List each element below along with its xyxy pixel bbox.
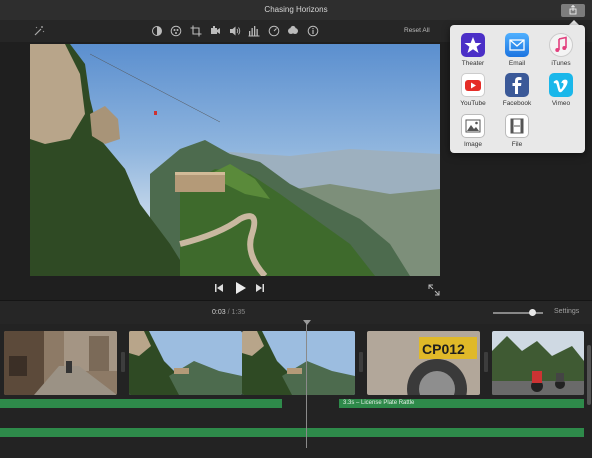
share-label-itunes: iTunes — [551, 60, 571, 67]
share-label-facebook: Facebook — [502, 100, 532, 107]
music-track-clip[interactable] — [0, 399, 282, 408]
share-label-youtube: YouTube — [460, 100, 486, 107]
vimeo-icon — [549, 73, 573, 97]
playhead-handle[interactable] — [303, 320, 311, 325]
clip-thumbnail — [129, 331, 242, 395]
crop-icon[interactable] — [190, 25, 202, 37]
noise-reduction-icon[interactable] — [287, 25, 299, 37]
share-label-email: Email — [508, 60, 526, 67]
clip-thumbnail — [4, 331, 117, 395]
share-label-vimeo: Vimeo — [551, 100, 571, 107]
stabilization-icon[interactable] — [209, 25, 221, 37]
background-music-track[interactable] — [0, 428, 584, 437]
timeline-clip[interactable]: CP012 — [367, 331, 480, 395]
share-vimeo[interactable]: Vimeo — [539, 73, 583, 107]
speed-icon[interactable] — [268, 25, 280, 37]
playhead[interactable] — [306, 322, 307, 448]
timeline-zoom-knob[interactable] — [529, 309, 536, 316]
share-label-file: File — [511, 141, 523, 148]
share-label-image: Image — [463, 141, 483, 148]
video-frame-image — [30, 44, 440, 276]
share-image[interactable]: Image — [451, 114, 495, 148]
clip-thumbnail — [492, 331, 584, 395]
share-button[interactable] — [561, 4, 585, 17]
title-bar: Chasing Horizons — [0, 0, 592, 20]
fullscreen-icon[interactable] — [428, 284, 440, 296]
skip-forward-icon[interactable] — [255, 282, 265, 294]
share-label-theater: Theater — [461, 60, 485, 67]
equalizer-icon[interactable] — [248, 25, 260, 37]
timeline-scrollbar[interactable] — [587, 345, 591, 405]
facebook-icon — [505, 73, 529, 97]
clip-thumbnail: CP012 — [367, 331, 480, 395]
youtube-icon — [461, 73, 485, 97]
window-title: Chasing Horizons — [264, 5, 328, 14]
color-correction-icon[interactable] — [170, 25, 182, 37]
timeline-clip[interactable] — [4, 331, 117, 395]
timecode: 0:03 / 1:35 — [212, 309, 245, 316]
color-balance-icon[interactable] — [151, 25, 163, 37]
clip-thumbnail — [242, 331, 355, 395]
total-duration: 1:35 — [231, 309, 246, 316]
file-icon — [505, 114, 529, 138]
time-separator: / — [227, 309, 230, 316]
timeline-clip[interactable] — [129, 331, 242, 395]
current-time: 0:03 — [212, 309, 226, 316]
share-facebook[interactable]: Facebook — [495, 73, 539, 107]
volume-icon[interactable] — [229, 25, 241, 37]
sound-effect-label: 3.3s – License Plate Rattle — [343, 400, 415, 406]
image-icon — [461, 114, 485, 138]
share-youtube[interactable]: YouTube — [451, 73, 495, 107]
magic-wand-icon[interactable] — [33, 25, 45, 37]
itunes-icon — [549, 33, 573, 57]
transition-marker[interactable] — [484, 352, 488, 372]
skip-back-icon[interactable] — [214, 282, 224, 294]
transition-marker[interactable] — [359, 352, 363, 372]
email-icon — [505, 33, 529, 57]
timeline-settings-button[interactable]: Settings — [554, 308, 579, 315]
reset-all-button[interactable]: Reset All — [404, 27, 430, 34]
timeline-clip[interactable] — [492, 331, 584, 395]
info-icon[interactable] — [307, 25, 319, 37]
timeline-clip[interactable] — [242, 331, 355, 395]
share-popover: Theater Email iTunes YouTube Facebook Vi… — [450, 25, 585, 153]
transition-marker[interactable] — [121, 352, 125, 372]
share-itunes[interactable]: iTunes — [539, 33, 583, 67]
share-email[interactable]: Email — [495, 33, 539, 67]
share-file[interactable]: File — [495, 114, 539, 148]
theater-icon — [461, 33, 485, 57]
share-theater[interactable]: Theater — [451, 33, 495, 67]
share-icon — [569, 5, 577, 15]
svg-text:CP012: CP012 — [422, 341, 465, 357]
play-icon[interactable] — [234, 280, 248, 296]
video-preview — [30, 44, 440, 276]
